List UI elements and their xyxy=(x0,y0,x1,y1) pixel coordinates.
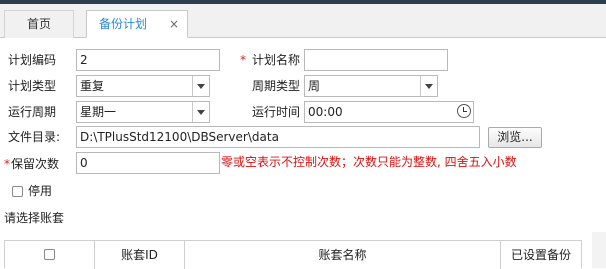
plan-code-input[interactable]: 2 xyxy=(76,49,220,71)
plan-name-label: 计划名称 xyxy=(252,53,301,67)
run-time-value: 00:00 xyxy=(308,105,343,119)
plan-name-input[interactable] xyxy=(304,49,448,71)
disable-label: 停用 xyxy=(28,184,53,198)
column-backup-set[interactable]: 已设置备份 xyxy=(501,241,581,269)
period-type-label: 周期类型 xyxy=(252,79,301,93)
column-account-id[interactable]: 账套ID xyxy=(95,241,185,269)
choose-account-label: 请选择账套 xyxy=(4,211,65,225)
run-period-value: 星期一 xyxy=(80,105,117,119)
tab-backup-plan-label: 备份计划 xyxy=(99,17,148,31)
account-table: 账套ID 账套名称 已设置备份 xyxy=(4,240,582,269)
tab-home[interactable]: 首页 xyxy=(4,10,74,38)
required-mark: * xyxy=(240,53,246,67)
tab-bar: 首页 备份计划 × xyxy=(0,4,606,38)
period-type-select[interactable]: 周 xyxy=(304,75,438,97)
file-dir-label: 文件目录: xyxy=(8,130,61,144)
column-account-name[interactable]: 账套名称 xyxy=(185,241,501,269)
retain-count-hint: 零或空表示不控制次数；次数只能为整数, 四舍五入小数 xyxy=(221,155,517,169)
close-icon[interactable]: × xyxy=(169,11,179,37)
disable-checkbox[interactable] xyxy=(12,186,23,197)
tab-backup-plan[interactable]: 备份计划 × xyxy=(86,10,188,38)
plan-type-value: 重复 xyxy=(80,79,105,93)
plan-type-select[interactable]: 重复 xyxy=(76,75,210,97)
table-header-select-all[interactable] xyxy=(5,241,95,269)
retain-count-input[interactable]: 0 xyxy=(76,152,220,174)
plan-code-label: 计划编码 xyxy=(8,53,57,67)
run-period-label: 运行周期 xyxy=(8,105,57,119)
dropdown-arrow-icon[interactable] xyxy=(192,102,209,122)
file-dir-input[interactable]: D:\TPlusStd12100\DBServer\data xyxy=(76,126,480,148)
plan-type-label: 计划类型 xyxy=(8,79,57,93)
run-time-label: 运行时间 xyxy=(252,105,301,119)
dropdown-arrow-icon[interactable] xyxy=(420,76,437,96)
required-mark: * xyxy=(4,157,10,171)
vertical-scrollbar[interactable] xyxy=(592,232,606,268)
dropdown-arrow-icon[interactable] xyxy=(192,76,209,96)
period-type-value: 周 xyxy=(308,79,321,93)
retain-count-label: 保留次数 xyxy=(11,157,60,171)
run-time-input[interactable]: 00:00 xyxy=(304,101,474,123)
browse-button[interactable]: 浏览... xyxy=(488,127,542,148)
clock-icon[interactable] xyxy=(457,104,471,118)
select-all-checkbox[interactable] xyxy=(44,249,55,260)
run-period-select[interactable]: 星期一 xyxy=(76,101,210,123)
